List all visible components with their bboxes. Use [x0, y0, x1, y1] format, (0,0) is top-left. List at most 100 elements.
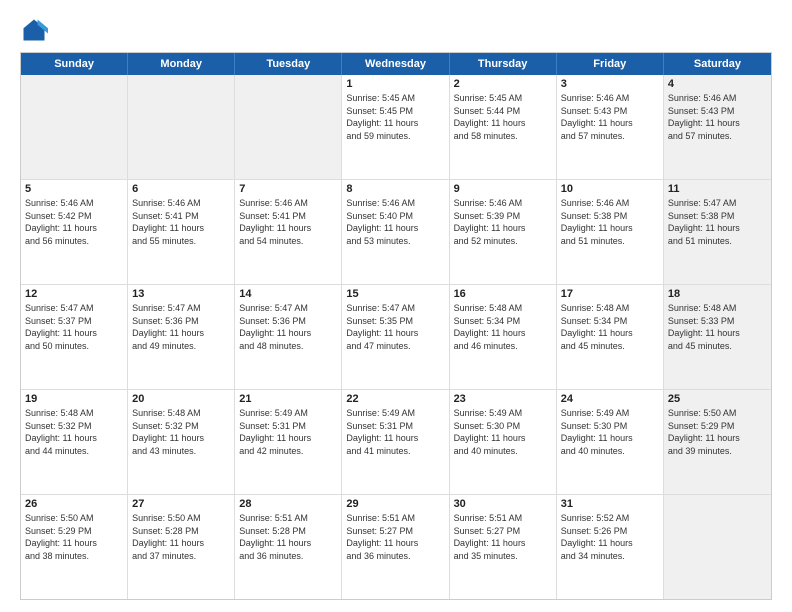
day-number: 1 — [346, 78, 444, 90]
header — [20, 16, 772, 44]
day-number: 21 — [239, 393, 337, 405]
calendar-cell-day-17: 17 Sunrise: 5:48 AM Sunset: 5:34 PM Dayli… — [557, 285, 664, 389]
header-day-thursday: Thursday — [450, 53, 557, 75]
cell-content: Sunrise: 5:47 AM Sunset: 5:36 PM Dayligh… — [239, 302, 337, 352]
calendar-cell-day-3: 3 Sunrise: 5:46 AM Sunset: 5:43 PM Daylig… — [557, 75, 664, 179]
day-number: 5 — [25, 183, 123, 195]
day-number: 26 — [25, 498, 123, 510]
calendar-cell-day-21: 21 Sunrise: 5:49 AM Sunset: 5:31 PM Dayli… — [235, 390, 342, 494]
calendar-cell-empty-4-6 — [664, 495, 771, 599]
day-number: 3 — [561, 78, 659, 90]
day-number: 17 — [561, 288, 659, 300]
cell-content: Sunrise: 5:47 AM Sunset: 5:36 PM Dayligh… — [132, 302, 230, 352]
day-number: 30 — [454, 498, 552, 510]
page: SundayMondayTuesdayWednesdayThursdayFrid… — [0, 0, 792, 612]
calendar-cell-day-30: 30 Sunrise: 5:51 AM Sunset: 5:27 PM Dayli… — [450, 495, 557, 599]
calendar-cell-day-15: 15 Sunrise: 5:47 AM Sunset: 5:35 PM Dayli… — [342, 285, 449, 389]
calendar-cell-empty-0-2 — [235, 75, 342, 179]
day-number: 23 — [454, 393, 552, 405]
cell-content: Sunrise: 5:51 AM Sunset: 5:27 PM Dayligh… — [454, 512, 552, 562]
day-number: 11 — [668, 183, 767, 195]
cell-content: Sunrise: 5:48 AM Sunset: 5:34 PM Dayligh… — [454, 302, 552, 352]
cell-content: Sunrise: 5:51 AM Sunset: 5:28 PM Dayligh… — [239, 512, 337, 562]
cell-content: Sunrise: 5:48 AM Sunset: 5:33 PM Dayligh… — [668, 302, 767, 352]
day-number: 24 — [561, 393, 659, 405]
calendar-body: 1 Sunrise: 5:45 AM Sunset: 5:45 PM Daylig… — [21, 75, 771, 599]
calendar-cell-day-4: 4 Sunrise: 5:46 AM Sunset: 5:43 PM Daylig… — [664, 75, 771, 179]
calendar-cell-day-12: 12Sunrise: 5:47 AM Sunset: 5:37 PM Dayli… — [21, 285, 128, 389]
header-day-friday: Friday — [557, 53, 664, 75]
cell-content: Sunrise: 5:51 AM Sunset: 5:27 PM Dayligh… — [346, 512, 444, 562]
logo — [20, 16, 52, 44]
calendar-cell-day-2: 2Sunrise: 5:45 AM Sunset: 5:44 PM Daylig… — [450, 75, 557, 179]
cell-content: Sunrise: 5:45 AM Sunset: 5:45 PM Dayligh… — [346, 92, 444, 142]
cell-content: Sunrise: 5:46 AM Sunset: 5:43 PM Dayligh… — [668, 92, 767, 142]
calendar-cell-empty-0-0 — [21, 75, 128, 179]
day-number: 22 — [346, 393, 444, 405]
calendar-cell-empty-0-1 — [128, 75, 235, 179]
day-number: 28 — [239, 498, 337, 510]
day-number: 10 — [561, 183, 659, 195]
cell-content: Sunrise: 5:47 AM Sunset: 5:38 PM Dayligh… — [668, 197, 767, 247]
calendar-cell-day-23: 23 Sunrise: 5:49 AM Sunset: 5:30 PM Dayli… — [450, 390, 557, 494]
calendar-cell-day-25: 25 Sunrise: 5:50 AM Sunset: 5:29 PM Dayli… — [664, 390, 771, 494]
day-number: 8 — [346, 183, 444, 195]
day-number: 16 — [454, 288, 552, 300]
cell-content: Sunrise: 5:50 AM Sunset: 5:29 PM Dayligh… — [668, 407, 767, 457]
calendar-cell-day-18: 18Sunrise: 5:48 AM Sunset: 5:33 PM Dayli… — [664, 285, 771, 389]
calendar-cell-day-29: 29 Sunrise: 5:51 AM Sunset: 5:27 PM Dayli… — [342, 495, 449, 599]
header-day-sunday: Sunday — [21, 53, 128, 75]
calendar-cell-day-27: 27Sunrise: 5:50 AM Sunset: 5:28 PM Dayli… — [128, 495, 235, 599]
calendar-header: SundayMondayTuesdayWednesdayThursdayFrid… — [21, 53, 771, 75]
day-number: 13 — [132, 288, 230, 300]
calendar-cell-day-20: 20 Sunrise: 5:48 AM Sunset: 5:32 PM Dayli… — [128, 390, 235, 494]
day-number: 14 — [239, 288, 337, 300]
calendar-cell-day-28: 28 Sunrise: 5:51 AM Sunset: 5:28 PM Dayli… — [235, 495, 342, 599]
calendar-cell-day-24: 24 Sunrise: 5:49 AM Sunset: 5:30 PM Dayli… — [557, 390, 664, 494]
day-number: 4 — [668, 78, 767, 90]
cell-content: Sunrise: 5:49 AM Sunset: 5:30 PM Dayligh… — [454, 407, 552, 457]
header-day-monday: Monday — [128, 53, 235, 75]
calendar-cell-day-1: 1 Sunrise: 5:45 AM Sunset: 5:45 PM Daylig… — [342, 75, 449, 179]
cell-content: Sunrise: 5:48 AM Sunset: 5:32 PM Dayligh… — [132, 407, 230, 457]
day-number: 7 — [239, 183, 337, 195]
calendar-row-3: 19Sunrise: 5:48 AM Sunset: 5:32 PM Dayli… — [21, 390, 771, 495]
day-number: 20 — [132, 393, 230, 405]
cell-content: Sunrise: 5:47 AM Sunset: 5:35 PM Dayligh… — [346, 302, 444, 352]
cell-content: Sunrise: 5:49 AM Sunset: 5:31 PM Dayligh… — [346, 407, 444, 457]
calendar-cell-day-11: 11 Sunrise: 5:47 AM Sunset: 5:38 PM Dayli… — [664, 180, 771, 284]
cell-content: Sunrise: 5:46 AM Sunset: 5:39 PM Dayligh… — [454, 197, 552, 247]
calendar-cell-day-7: 7 Sunrise: 5:46 AM Sunset: 5:41 PM Daylig… — [235, 180, 342, 284]
day-number: 12 — [25, 288, 123, 300]
day-number: 15 — [346, 288, 444, 300]
calendar-row-1: 5 Sunrise: 5:46 AM Sunset: 5:42 PM Daylig… — [21, 180, 771, 285]
calendar: SundayMondayTuesdayWednesdayThursdayFrid… — [20, 52, 772, 600]
cell-content: Sunrise: 5:46 AM Sunset: 5:41 PM Dayligh… — [132, 197, 230, 247]
cell-content: Sunrise: 5:45 AM Sunset: 5:44 PM Dayligh… — [454, 92, 552, 142]
day-number: 6 — [132, 183, 230, 195]
day-number: 29 — [346, 498, 444, 510]
cell-content: Sunrise: 5:48 AM Sunset: 5:32 PM Dayligh… — [25, 407, 123, 457]
cell-content: Sunrise: 5:46 AM Sunset: 5:40 PM Dayligh… — [346, 197, 444, 247]
calendar-cell-day-22: 22 Sunrise: 5:49 AM Sunset: 5:31 PM Dayli… — [342, 390, 449, 494]
cell-content: Sunrise: 5:50 AM Sunset: 5:29 PM Dayligh… — [25, 512, 123, 562]
calendar-cell-day-31: 31 Sunrise: 5:52 AM Sunset: 5:26 PM Dayli… — [557, 495, 664, 599]
cell-content: Sunrise: 5:48 AM Sunset: 5:34 PM Dayligh… — [561, 302, 659, 352]
calendar-row-4: 26 Sunrise: 5:50 AM Sunset: 5:29 PM Dayli… — [21, 495, 771, 599]
calendar-cell-day-6: 6 Sunrise: 5:46 AM Sunset: 5:41 PM Daylig… — [128, 180, 235, 284]
header-day-saturday: Saturday — [664, 53, 771, 75]
cell-content: Sunrise: 5:46 AM Sunset: 5:42 PM Dayligh… — [25, 197, 123, 247]
cell-content: Sunrise: 5:46 AM Sunset: 5:38 PM Dayligh… — [561, 197, 659, 247]
header-day-tuesday: Tuesday — [235, 53, 342, 75]
cell-content: Sunrise: 5:46 AM Sunset: 5:43 PM Dayligh… — [561, 92, 659, 142]
cell-content: Sunrise: 5:52 AM Sunset: 5:26 PM Dayligh… — [561, 512, 659, 562]
calendar-cell-day-26: 26 Sunrise: 5:50 AM Sunset: 5:29 PM Dayli… — [21, 495, 128, 599]
day-number: 27 — [132, 498, 230, 510]
cell-content: Sunrise: 5:49 AM Sunset: 5:30 PM Dayligh… — [561, 407, 659, 457]
day-number: 25 — [668, 393, 767, 405]
cell-content: Sunrise: 5:49 AM Sunset: 5:31 PM Dayligh… — [239, 407, 337, 457]
cell-content: Sunrise: 5:46 AM Sunset: 5:41 PM Dayligh… — [239, 197, 337, 247]
day-number: 31 — [561, 498, 659, 510]
calendar-cell-day-13: 13 Sunrise: 5:47 AM Sunset: 5:36 PM Dayli… — [128, 285, 235, 389]
calendar-cell-day-5: 5 Sunrise: 5:46 AM Sunset: 5:42 PM Daylig… — [21, 180, 128, 284]
